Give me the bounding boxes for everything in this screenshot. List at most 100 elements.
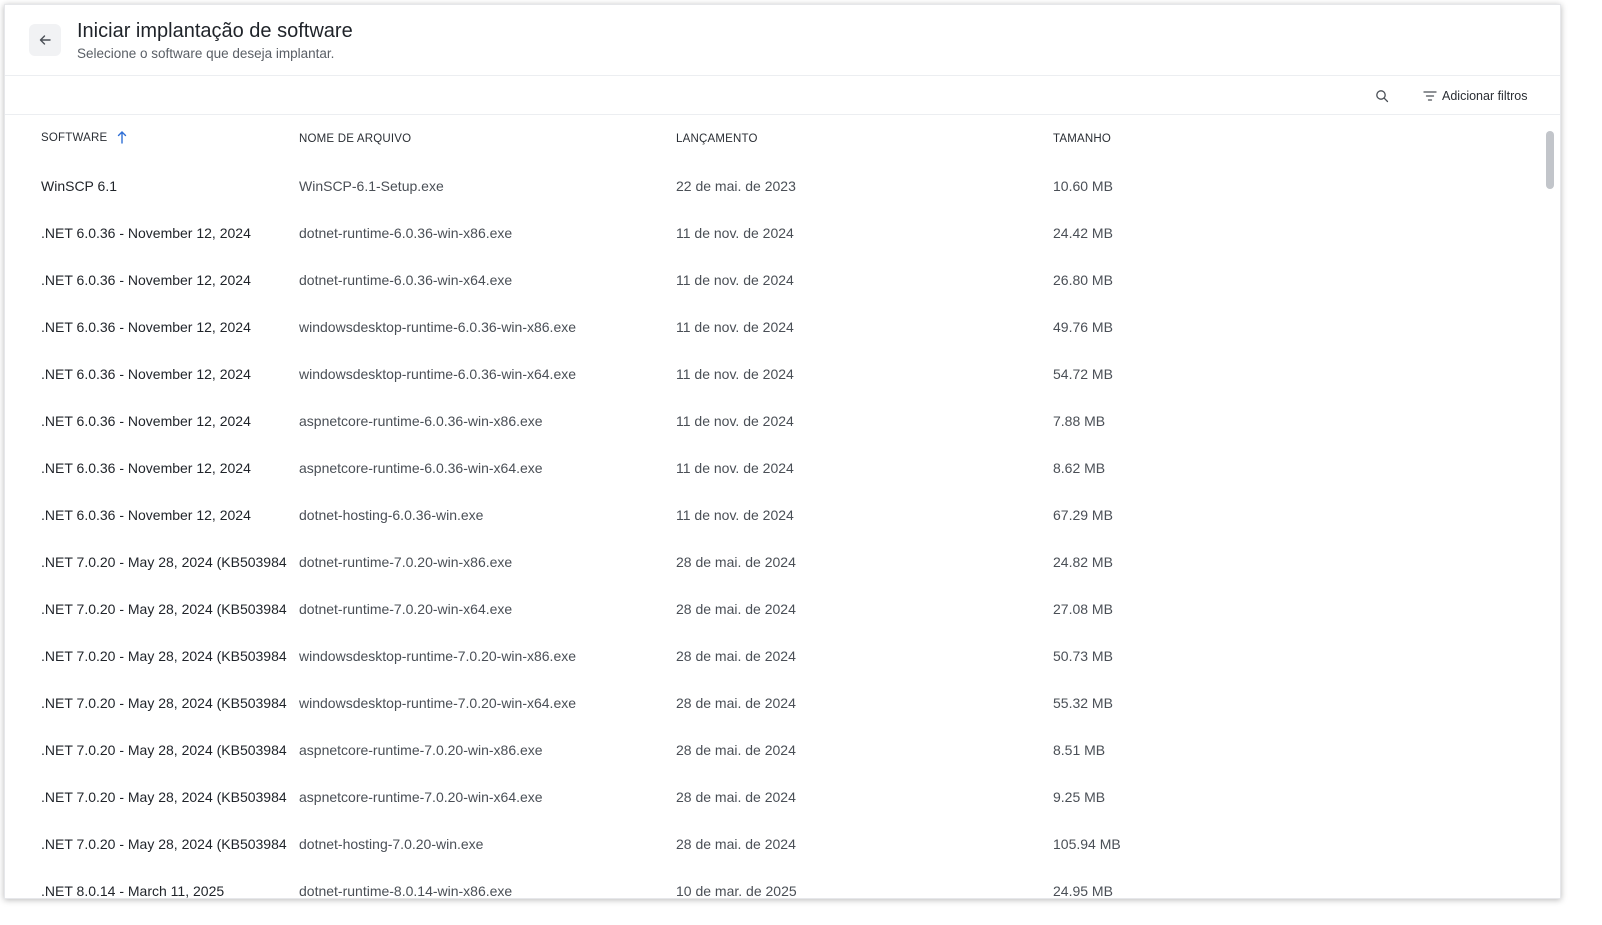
cell-release: 11 de nov. de 2024 <box>676 224 794 241</box>
cell-size: 9.25 MB <box>1053 788 1106 805</box>
table-row[interactable]: .NET 7.0.20 - May 28, 2024 (KB503984 dotn… <box>5 820 1538 867</box>
cell-size: 49.76 MB <box>1053 318 1113 335</box>
row-spacer <box>5 773 41 820</box>
cell-filename: windowsdesktop-runtime-7.0.20-win-x64.ex… <box>299 694 577 711</box>
cell-filename: dotnet-runtime-7.0.20-win-x86.exe <box>299 553 513 570</box>
table-row[interactable]: .NET 6.0.36 - November 12, 2024 aspnetcor… <box>5 444 1538 491</box>
cell-filename: dotnet-hosting-7.0.20-win.exe <box>299 835 484 852</box>
cell-filename: windowsdesktop-runtime-6.0.36-win-x64.ex… <box>299 365 577 382</box>
cell-filename: dotnet-runtime-6.0.36-win-x64.exe <box>299 271 513 288</box>
cell-size: 24.95 MB <box>1053 882 1113 899</box>
software-table-container: SOFTWARE NOME DE ARQUIVO LANÇAMENTO TAMA… <box>5 115 1538 898</box>
add-filters-button[interactable]: Adicionar filtros <box>1423 86 1527 106</box>
cell-release: 28 de mai. de 2024 <box>676 741 796 758</box>
table-header-row: SOFTWARE NOME DE ARQUIVO LANÇAMENTO TAMA… <box>5 115 1538 162</box>
row-spacer <box>5 726 41 773</box>
page-title: Iniciar implantação de software <box>77 20 353 42</box>
cell-software: .NET 8.0.14 - March 11, 2025 <box>41 882 225 899</box>
cell-filename: dotnet-runtime-7.0.20-win-x64.exe <box>299 600 513 617</box>
table-scrollbar[interactable] <box>1546 125 1554 894</box>
cell-filename: aspnetcore-runtime-7.0.20-win-x64.exe <box>299 788 543 805</box>
table-row[interactable]: .NET 6.0.36 - November 12, 2024 dotnet-ru… <box>5 209 1538 256</box>
cell-software: .NET 6.0.36 - November 12, 2024 <box>41 318 251 335</box>
cell-size: 7.88 MB <box>1053 412 1106 429</box>
cell-software: .NET 6.0.36 - November 12, 2024 <box>41 224 251 241</box>
cell-software: .NET 7.0.20 - May 28, 2024 (KB503984 <box>41 600 287 617</box>
cell-filename: windowsdesktop-runtime-6.0.36-win-x86.ex… <box>299 318 577 335</box>
cell-release: 11 de nov. de 2024 <box>676 365 794 382</box>
table-row[interactable]: WinSCP 6.1 WinSCP-6.1-Setup.exe 22 de mai.… <box>5 162 1538 209</box>
cell-software: .NET 6.0.36 - November 12, 2024 <box>41 506 251 523</box>
row-spacer <box>5 256 41 303</box>
dialog-header: Iniciar implantação de software Selecion… <box>5 5 1560 76</box>
cell-size: 24.42 MB <box>1053 224 1113 241</box>
table-header-spacer <box>5 115 41 162</box>
cell-software: WinSCP 6.1 <box>41 177 117 194</box>
cell-software: .NET 6.0.36 - November 12, 2024 <box>41 412 251 429</box>
search-icon <box>1376 90 1389 103</box>
cell-size: 54.72 MB <box>1053 365 1113 382</box>
page-subtitle: Selecione o software que deseja implanta… <box>77 46 335 61</box>
cell-filename: aspnetcore-runtime-6.0.36-win-x86.exe <box>299 412 543 429</box>
column-header-software-label: SOFTWARE <box>41 132 108 145</box>
table-body: WinSCP 6.1 WinSCP-6.1-Setup.exe 22 de mai.… <box>5 162 1538 899</box>
deploy-software-dialog: Iniciar implantação de software Selecion… <box>4 4 1561 899</box>
cell-release: 28 de mai. de 2024 <box>676 788 796 805</box>
cell-size: 55.32 MB <box>1053 694 1113 711</box>
cell-size: 8.51 MB <box>1053 741 1106 758</box>
cell-release: 28 de mai. de 2024 <box>676 553 796 570</box>
row-spacer <box>5 444 41 491</box>
filter-icon <box>1423 91 1437 101</box>
row-spacer <box>5 538 41 585</box>
arrow-left-icon <box>39 35 51 45</box>
table-row[interactable]: .NET 7.0.20 - May 28, 2024 (KB503984 wind… <box>5 679 1538 726</box>
row-spacer <box>5 632 41 679</box>
column-header-software[interactable]: SOFTWARE <box>41 115 299 162</box>
row-spacer <box>5 585 41 632</box>
column-header-release[interactable]: LANÇAMENTO <box>676 115 1053 162</box>
table-row[interactable]: .NET 7.0.20 - May 28, 2024 (KB503984 dotn… <box>5 538 1538 585</box>
table-row[interactable]: .NET 7.0.20 - May 28, 2024 (KB503984 aspn… <box>5 773 1538 820</box>
table-row[interactable]: .NET 7.0.20 - May 28, 2024 (KB503984 dotn… <box>5 585 1538 632</box>
table-row[interactable]: .NET 7.0.20 - May 28, 2024 (KB503984 wind… <box>5 632 1538 679</box>
cell-release: 28 de mai. de 2024 <box>676 694 796 711</box>
cell-release: 11 de nov. de 2024 <box>676 459 794 476</box>
cell-software: .NET 7.0.20 - May 28, 2024 (KB503984 <box>41 788 287 805</box>
cell-release: 11 de nov. de 2024 <box>676 271 794 288</box>
add-filters-label: Adicionar filtros <box>1442 89 1528 103</box>
row-spacer <box>5 303 41 350</box>
table-row[interactable]: .NET 8.0.14 - March 11, 2025 dotnet-runti… <box>5 867 1538 899</box>
cell-software: .NET 6.0.36 - November 12, 2024 <box>41 365 251 382</box>
back-button[interactable] <box>29 24 61 56</box>
cell-filename: aspnetcore-runtime-7.0.20-win-x86.exe <box>299 741 543 758</box>
table-row[interactable]: .NET 6.0.36 - November 12, 2024 dotnet-ho… <box>5 491 1538 538</box>
row-spacer <box>5 162 41 209</box>
table-row[interactable]: .NET 6.0.36 - November 12, 2024 windowsde… <box>5 350 1538 397</box>
cell-size: 50.73 MB <box>1053 647 1113 664</box>
table-row[interactable]: .NET 6.0.36 - November 12, 2024 windowsde… <box>5 303 1538 350</box>
table-row[interactable]: .NET 6.0.36 - November 12, 2024 dotnet-ru… <box>5 256 1538 303</box>
scrollbar-thumb[interactable] <box>1546 131 1554 189</box>
row-spacer <box>5 209 41 256</box>
cell-software: .NET 7.0.20 - May 28, 2024 (KB503984 <box>41 694 287 711</box>
cell-software: .NET 6.0.36 - November 12, 2024 <box>41 459 251 476</box>
column-header-size[interactable]: TAMANHO <box>1053 115 1538 162</box>
cell-filename: WinSCP-6.1-Setup.exe <box>299 177 444 194</box>
column-header-filename[interactable]: NOME DE ARQUIVO <box>299 115 676 162</box>
cell-filename: aspnetcore-runtime-6.0.36-win-x64.exe <box>299 459 543 476</box>
row-spacer <box>5 679 41 726</box>
cell-size: 24.82 MB <box>1053 553 1113 570</box>
row-spacer <box>5 867 41 898</box>
cell-release: 10 de mar. de 2025 <box>676 882 797 899</box>
cell-software: .NET 6.0.36 - November 12, 2024 <box>41 271 251 288</box>
search-button[interactable] <box>1373 87 1391 105</box>
row-spacer <box>5 820 41 867</box>
cell-software: .NET 7.0.20 - May 28, 2024 (KB503984 <box>41 835 287 852</box>
arrow-up-icon <box>117 131 126 145</box>
table-row[interactable]: .NET 7.0.20 - May 28, 2024 (KB503984 aspn… <box>5 726 1538 773</box>
table-row[interactable]: .NET 6.0.36 - November 12, 2024 aspnetcor… <box>5 397 1538 444</box>
row-spacer <box>5 491 41 538</box>
cell-release: 11 de nov. de 2024 <box>676 412 794 429</box>
cell-release: 28 de mai. de 2024 <box>676 600 796 617</box>
cell-release: 22 de mai. de 2023 <box>676 177 796 194</box>
